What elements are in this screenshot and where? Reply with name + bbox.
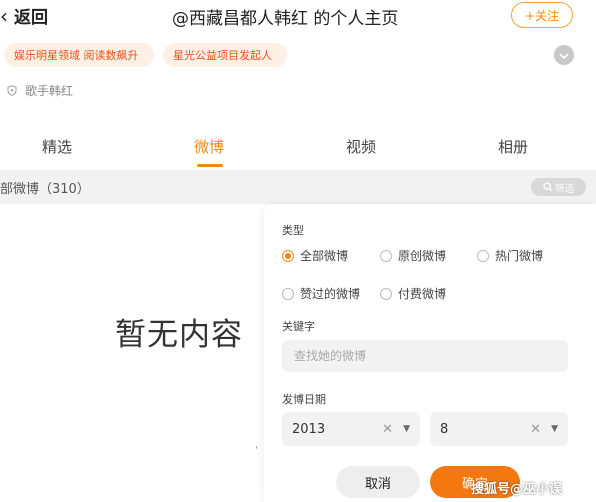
radio-label: 原创微博	[398, 249, 447, 263]
radio-paid-weibo[interactable]: 付费微博	[380, 285, 446, 302]
radio-dot	[380, 287, 392, 300]
radio-label: 赞过的微博	[300, 287, 361, 301]
radio-liked-weibo[interactable]: 赞过的微博	[282, 285, 360, 302]
stray-mark: '	[255, 445, 258, 456]
verified-label: 歌手韩红	[25, 84, 74, 98]
page-title: @西藏昌都人韩红 的个人主页	[172, 9, 399, 29]
back-label: 返回	[14, 8, 48, 28]
radio-dot	[380, 249, 392, 262]
empty-state-text: 暂无内容	[115, 317, 243, 353]
filter-label: 筛选	[554, 183, 575, 195]
follow-button[interactable]: +关注	[511, 2, 573, 28]
profile-tabs: 精选 微博 视频 相册	[0, 126, 596, 170]
tag-trending[interactable]: 娱乐明星领域 阅读数飙升	[4, 43, 154, 67]
radio-all-weibo[interactable]: 全部微博	[282, 247, 348, 264]
tab-weibo[interactable]: 微博	[194, 136, 224, 157]
radio-label: 热门微博	[495, 249, 544, 263]
month-value: 8	[440, 421, 449, 437]
chevron-down-icon	[559, 49, 569, 62]
search-icon	[542, 182, 553, 192]
radio-hot-weibo[interactable]: 热门微博	[477, 247, 543, 264]
close-icon[interactable]: ✕	[530, 422, 541, 437]
year-select[interactable]: 2013 ✕ ▼	[282, 412, 420, 446]
filter-button[interactable]: 筛选	[531, 178, 586, 196]
radio-dot	[282, 287, 294, 300]
tab-album[interactable]: 相册	[498, 136, 528, 157]
shield-icon	[7, 85, 17, 96]
expand-button[interactable]	[554, 45, 574, 65]
radio-original-weibo[interactable]: 原创微博	[380, 247, 446, 264]
radio-dot	[477, 249, 489, 262]
caret-down-icon: ▼	[551, 424, 558, 434]
radio-label: 付费微博	[398, 287, 447, 301]
filter-panel: 类型 全部微博 原创微博 热门微博 赞过的微博 付费微博 关键字 发博日期 20…	[264, 204, 596, 502]
cancel-button[interactable]: 取消	[336, 466, 420, 498]
radio-dot	[282, 249, 294, 262]
verified-info: 歌手韩红	[7, 82, 73, 99]
keyword-search-input[interactable]	[282, 340, 568, 372]
weibo-count: 部微博（310）	[0, 182, 90, 197]
radio-label: 全部微博	[300, 249, 349, 263]
caret-down-icon: ▼	[403, 424, 410, 434]
year-value: 2013	[292, 421, 326, 437]
watermark: 搜狐号@巫小误	[471, 482, 563, 497]
date-label: 发博日期	[282, 393, 326, 406]
tab-featured[interactable]: 精选	[42, 136, 72, 157]
type-label: 类型	[282, 224, 304, 237]
chevron-left-icon: ‹	[0, 3, 8, 28]
filter-bar: 部微博（310） 筛选	[0, 170, 596, 204]
close-icon[interactable]: ✕	[382, 422, 393, 437]
active-tab-indicator	[197, 164, 223, 167]
keyword-label: 关键字	[282, 320, 315, 333]
page-header: ‹ 返回 @西藏昌都人韩红 的个人主页 +关注	[0, 0, 596, 30]
tab-video[interactable]: 视频	[346, 136, 376, 157]
tag-charity[interactable]: 星光公益项目发起人	[163, 43, 287, 67]
back-button[interactable]: ‹ 返回	[0, 3, 48, 29]
month-select[interactable]: 8 ✕ ▼	[430, 412, 568, 446]
